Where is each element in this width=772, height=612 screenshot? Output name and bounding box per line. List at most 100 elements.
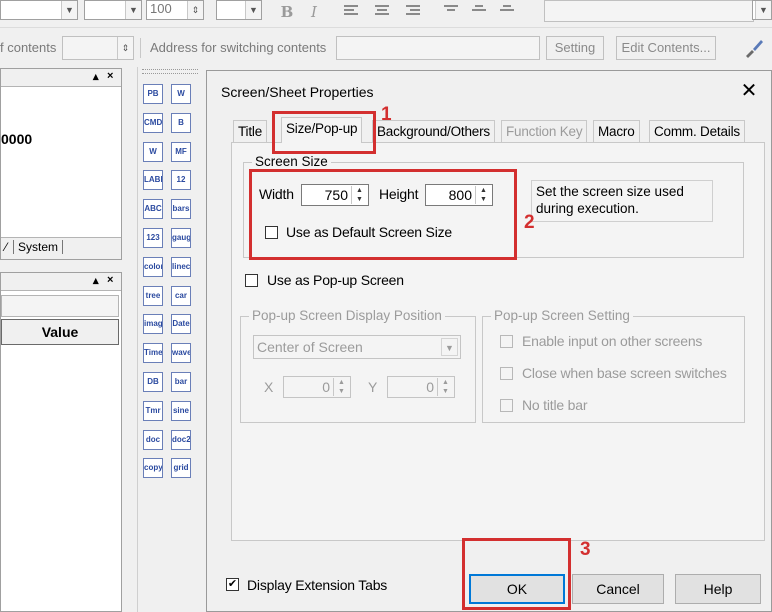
enable-input-checkbox[interactable] [500,335,513,348]
address-label: Address for switching contents [150,40,327,55]
no-title-bar-checkbox[interactable] [500,399,513,412]
spin-arrows-icon[interactable]: ▲ ▼ [351,186,367,204]
palette-tree-icon[interactable]: tree [143,285,163,306]
align-center-icon[interactable] [375,5,389,17]
palette-grip[interactable] [142,69,198,74]
palette-123-icon[interactable]: 123 [143,228,163,248]
panel-header: ▴ × [1,273,121,291]
screen-size-info: Set the screen size used during executio… [531,180,713,222]
x-spinner[interactable]: 0 ▲ ▼ [283,376,351,398]
palette-cmd-icon[interactable]: CMD [143,112,163,133]
palette-copy-icon[interactable]: copy [143,458,163,479]
height-spinner[interactable]: 800 ▲ ▼ [425,184,493,206]
tab-title[interactable]: Title [233,120,268,142]
font-name-combo[interactable]: ▼ [0,0,78,20]
palette-tmr-icon[interactable]: Tmr [143,400,163,421]
close-icon[interactable]: × [107,274,113,286]
palette-12-icon[interactable]: 12 [171,170,191,191]
close-when-switch-label[interactable]: Close when base screen switches [522,365,727,381]
enable-input-label[interactable]: Enable input on other screens [522,333,702,349]
palette-image-icon[interactable]: image [143,314,163,335]
address-field[interactable] [336,36,540,60]
chevron-down-icon: ▼ [125,1,141,19]
close-icon[interactable]: ✕ [737,79,761,103]
align-bottom-icon[interactable] [500,5,514,17]
brush-icon[interactable] [742,36,766,60]
value-column-header[interactable]: Value [1,319,119,345]
palette-pb-icon[interactable]: PB [143,84,163,104]
font-size-value: 100 [150,1,172,16]
close-when-switch-checkbox[interactable] [500,367,513,380]
screen-size-group-label: Screen Size [252,154,331,169]
x-label: X [264,379,274,395]
contents-label: f contents [0,40,57,55]
chevron-down-icon: ▼ [245,1,261,19]
palette-wave-icon[interactable]: wave [171,343,191,364]
popup-screen-label[interactable]: Use as Pop-up Screen [267,272,404,288]
popup-setting-group-label: Pop-up Screen Setting [491,308,633,323]
minimize-icon[interactable]: ▴ [93,274,99,287]
tab-function-key[interactable]: Function Key [501,120,588,142]
palette-colorbar-icon[interactable]: colorbar [143,256,163,277]
setting-button[interactable]: Setting [546,36,604,60]
palette-doc2-icon[interactable]: doc2 [171,429,191,450]
popup-setting-group: Pop-up Screen Setting Enable input on ot… [482,308,745,423]
color-combo[interactable]: ▼ [216,0,262,20]
extension-tabs-label[interactable]: Display Extension Tabs [247,577,387,593]
default-size-checkbox[interactable] [265,226,278,239]
align-right-icon[interactable] [406,5,420,17]
tab-system[interactable]: System [13,240,64,254]
y-spinner[interactable]: 0 ▲ ▼ [387,376,455,398]
palette-bars-icon[interactable]: bars [171,199,191,220]
tab-size-popup[interactable]: Size/Pop-up [281,117,363,143]
tab-macro[interactable]: Macro [593,120,640,142]
italic-button[interactable]: I [303,2,325,22]
extension-tabs-checkbox[interactable]: ✔ [226,578,239,591]
width-spinner[interactable]: 750 ▲ ▼ [301,184,369,206]
screen-properties-dialog: Screen/Sheet Properties ✕ Title Size/Pop… [206,70,772,612]
close-icon[interactable]: × [107,70,113,82]
palette-db-icon[interactable]: DB [143,372,163,392]
palette-time-icon[interactable]: Time [143,343,163,364]
font-size-spin[interactable]: 100 ⇕ [146,0,204,20]
dialog-title: Screen/Sheet Properties [221,84,374,100]
help-button[interactable]: Help [675,574,761,604]
palette-mf-icon[interactable]: MF [171,141,191,162]
palette-date-icon[interactable]: Date [171,314,191,335]
no-title-bar-label[interactable]: No title bar [522,397,587,413]
palette-w-icon[interactable]: W [171,84,191,104]
spin-arrows-icon: ⇕ [117,37,133,59]
toolbar-divider [140,38,141,58]
font-style-combo[interactable]: ▼ [84,0,142,20]
palette-w-icon[interactable]: W [143,141,163,162]
palette-car-icon[interactable]: car [171,285,191,306]
tab-comm-details[interactable]: Comm. Details [649,120,745,142]
palette-sine-icon[interactable]: sine [171,400,191,421]
palette-linechart-icon[interactable]: linechart [171,256,191,277]
ok-button[interactable]: OK [469,574,565,604]
align-middle-icon[interactable] [472,5,486,17]
cancel-button[interactable]: Cancel [572,574,664,604]
align-top-icon[interactable] [444,5,458,17]
bold-button[interactable]: B [276,2,298,22]
palette-doc-icon[interactable]: doc [143,429,163,450]
popup-position-select[interactable]: Center of Screen ▼ [253,335,461,359]
property-search[interactable] [1,295,119,317]
panel-header: ▴ × [1,69,121,87]
palette-label-icon[interactable]: LABEL [143,170,163,191]
edit-contents-button[interactable]: Edit Contents... [616,36,716,60]
align-left-icon[interactable] [344,5,358,17]
contents-spin[interactable]: ⇕ [62,36,134,60]
palette-bar-icon[interactable]: bar [171,372,191,392]
palette-grid-icon[interactable]: grid [171,458,191,479]
default-size-label[interactable]: Use as Default Screen Size [286,224,452,240]
minimize-icon[interactable]: ▴ [93,70,99,83]
overflow-combo[interactable]: ▼ [752,0,772,20]
text-field[interactable] [544,0,754,22]
palette-gauge-icon[interactable]: gauge [171,228,191,248]
popup-screen-checkbox[interactable] [245,274,258,287]
palette-b-icon[interactable]: B [171,112,191,133]
step-3-number: 3 [580,539,591,560]
spin-arrows-icon[interactable]: ▲ ▼ [475,186,491,204]
palette-abc-icon[interactable]: ABC [143,199,163,220]
